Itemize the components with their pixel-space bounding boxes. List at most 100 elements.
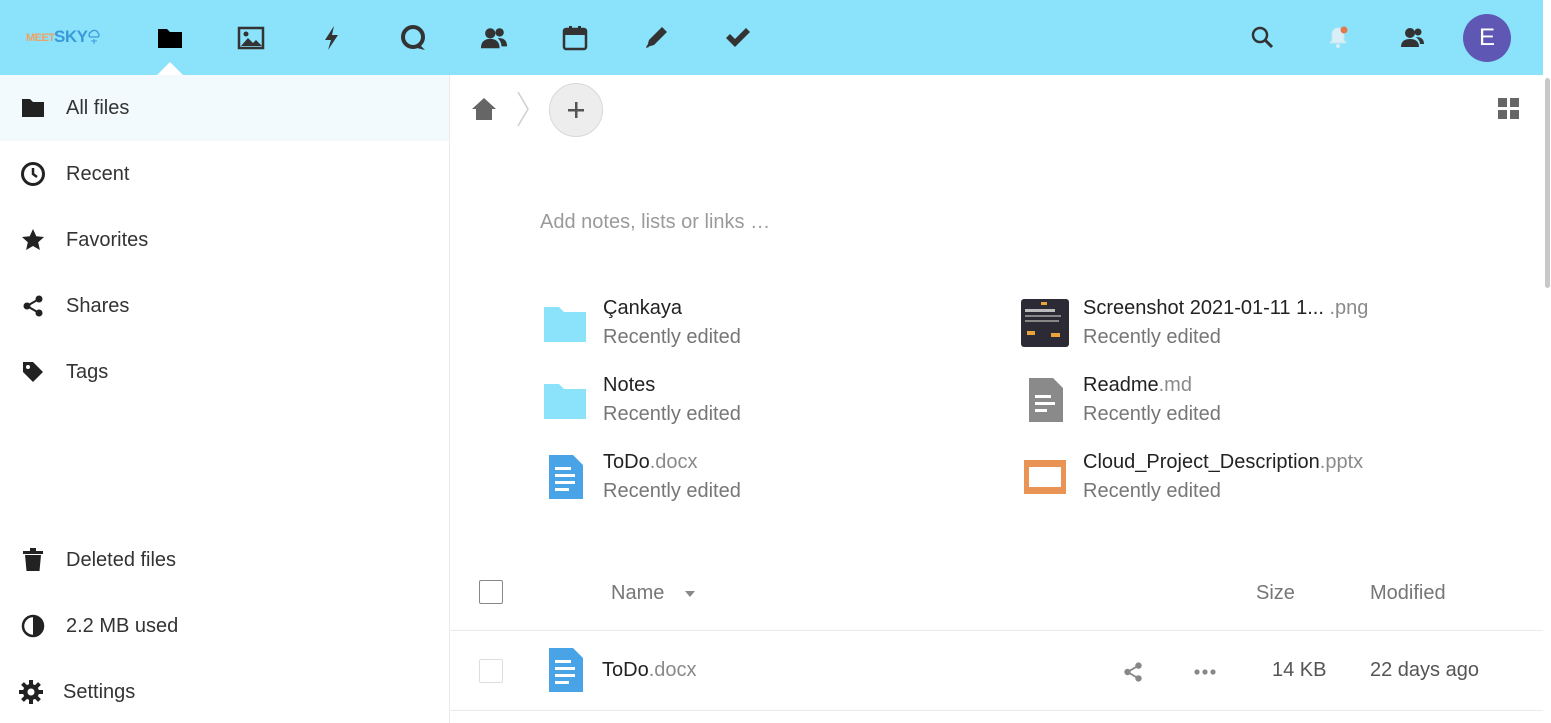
user-avatar[interactable]: E: [1463, 14, 1511, 62]
grid-view-toggle-icon[interactable]: [1497, 97, 1521, 121]
rich-workspace-placeholder[interactable]: Add notes, lists or links …: [540, 211, 770, 234]
recent-item-name: Readme.md: [1083, 374, 1192, 396]
app-photos[interactable]: [221, 0, 281, 75]
activity-icon: [325, 25, 338, 50]
recent-item-status: Recently edited: [603, 403, 741, 425]
image-thumbnail-icon: [1021, 297, 1069, 349]
app-calendar[interactable]: [545, 0, 605, 75]
recent-item-status: Recently edited: [1083, 326, 1221, 348]
recent-item-name: ToDo.docx: [603, 451, 698, 473]
sidebar-item-quota[interactable]: 2.2 MB used: [0, 593, 449, 659]
recent-item[interactable]: Cloud_Project_Description.pptx Recently …: [1021, 451, 1461, 521]
scrollbar-thumb[interactable]: [1545, 78, 1550, 288]
cloud-icon: [88, 29, 100, 44]
recent-item-status: Recently edited: [1083, 480, 1221, 502]
recent-item[interactable]: ToDo.docx Recently edited: [541, 451, 981, 521]
sidebar-item-label: Tags: [66, 360, 109, 383]
app-tasks[interactable]: [707, 0, 767, 75]
file-modified: 22 days ago: [1370, 659, 1479, 681]
sidebar-item-all-files[interactable]: All files: [0, 75, 449, 141]
file-table-header: Name Size Modified: [450, 553, 1543, 631]
clock-icon: [20, 161, 46, 187]
recent-item-name: Çankaya: [603, 297, 682, 319]
sidebar-item-label: All files: [66, 96, 130, 119]
files-icon: [158, 28, 182, 48]
share-icon[interactable]: [1122, 661, 1144, 683]
quota-pie-icon: [20, 613, 46, 639]
app-activity[interactable]: [302, 0, 362, 75]
document-icon: [541, 451, 589, 503]
star-icon: [20, 227, 46, 253]
folder-icon: [541, 374, 589, 426]
top-header: MEET SKY E: [0, 0, 1551, 75]
table-row[interactable]: ToDo.docx 14 KB 22 days ago: [450, 631, 1543, 711]
new-button[interactable]: [549, 83, 603, 137]
column-header-size[interactable]: Size: [1256, 582, 1295, 605]
recent-item-name: Notes: [603, 374, 656, 396]
search-icon: [1251, 26, 1274, 49]
app-contacts[interactable]: [464, 0, 524, 75]
column-header-name[interactable]: Name: [611, 582, 664, 605]
presentation-icon: [1021, 451, 1069, 503]
contacts-menu-icon: [1401, 28, 1424, 47]
recent-item-name: Cloud_Project_Description.pptx: [1083, 451, 1364, 473]
sidebar-item-deleted-files[interactable]: Deleted files: [0, 527, 449, 593]
sidebar-item-label: Recent: [66, 162, 130, 185]
notes-icon: [646, 26, 667, 48]
app-notes[interactable]: [626, 0, 686, 75]
sidebar-item-label: Favorites: [66, 228, 149, 251]
folder-icon: [20, 95, 46, 121]
logo-text-meet: MEET: [26, 32, 55, 44]
tasks-icon: [726, 27, 750, 47]
sidebar-item-settings[interactable]: Settings: [0, 659, 449, 723]
recent-item[interactable]: Notes Recently edited: [541, 374, 981, 444]
bell-icon: [1329, 26, 1348, 48]
talk-icon: [401, 24, 425, 50]
sidebar-item-label: 2.2 MB used: [66, 614, 179, 637]
share-icon: [20, 293, 46, 319]
sidebar-item-label: Settings: [63, 680, 136, 703]
sidebar-item-shares[interactable]: Shares: [0, 273, 449, 339]
sidebar-item-favorites[interactable]: Favorites: [0, 207, 449, 273]
plus-icon: [568, 102, 584, 118]
contacts-icon: [480, 27, 508, 48]
sidebar-item-label: Shares: [66, 294, 130, 317]
avatar-initial: E: [1478, 24, 1495, 51]
file-size: 14 KB: [1272, 659, 1327, 681]
text-file-icon: [1021, 374, 1069, 426]
trash-icon: [20, 547, 46, 573]
photos-icon: [237, 26, 265, 49]
recent-item-status: Recently edited: [1083, 403, 1221, 425]
sidebar: All files Recent Favorites Shares Tags D…: [0, 75, 450, 723]
recent-item[interactable]: Çankaya Recently edited: [541, 297, 981, 367]
recent-item[interactable]: Readme.md Recently edited: [1021, 374, 1461, 444]
file-name[interactable]: ToDo.docx: [602, 659, 697, 682]
brand-logo[interactable]: MEET SKY: [26, 26, 106, 50]
active-app-caret: [157, 62, 183, 75]
search-button[interactable]: [1247, 22, 1277, 52]
main-content: Add notes, lists or links … Çankaya Rece…: [450, 75, 1543, 723]
recent-item[interactable]: Screenshot 2021-01-11 1... .png Recently…: [1021, 297, 1461, 367]
sidebar-item-label: Deleted files: [66, 548, 177, 571]
logo-text-sky: SKY: [54, 27, 88, 46]
column-header-modified[interactable]: Modified: [1370, 582, 1446, 605]
folder-icon: [541, 297, 589, 349]
notifications-button[interactable]: [1323, 22, 1353, 52]
gear-icon: [18, 679, 44, 705]
select-all-checkbox[interactable]: [479, 580, 503, 604]
recent-item-name: Screenshot 2021-01-11 1... .png: [1083, 297, 1369, 319]
more-actions-icon[interactable]: [1193, 668, 1217, 676]
sidebar-item-recent[interactable]: Recent: [0, 141, 449, 207]
document-icon: [549, 648, 583, 692]
home-icon[interactable]: [470, 95, 498, 123]
recent-item-status: Recently edited: [603, 326, 741, 348]
sort-caret-icon[interactable]: [684, 590, 696, 598]
recent-item-status: Recently edited: [603, 480, 741, 502]
breadcrumb-separator: [517, 91, 529, 127]
calendar-icon: [562, 25, 588, 50]
tag-icon: [20, 359, 46, 385]
sidebar-item-tags[interactable]: Tags: [0, 339, 449, 405]
row-checkbox[interactable]: [479, 659, 503, 683]
contacts-menu-button[interactable]: [1397, 22, 1427, 52]
app-talk[interactable]: [383, 0, 443, 75]
